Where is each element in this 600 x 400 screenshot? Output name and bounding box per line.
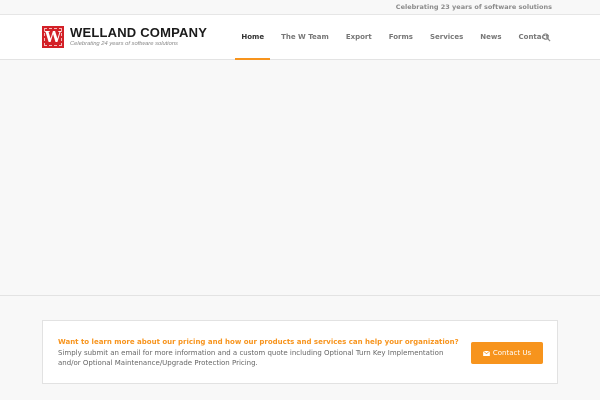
cta-body: Simply submit an email for more informat… — [58, 349, 444, 367]
mail-icon — [482, 350, 490, 356]
logo-mark: W — [42, 26, 64, 48]
site-header: W WELLAND COMPANY Celebrating 24 years o… — [0, 15, 600, 60]
logo-title: WELLAND COMPANY — [70, 25, 208, 40]
nav-item-home[interactable]: Home — [235, 15, 270, 60]
cta-heading: Want to learn more about our pricing and… — [58, 338, 459, 346]
contact-us-label: Contact Us — [492, 349, 532, 357]
contact-us-button[interactable]: Contact Us — [471, 342, 543, 364]
search-icon[interactable] — [542, 33, 551, 42]
logo-tagline: Celebrating 24 years of software solutio… — [70, 41, 178, 47]
logo-text: WELLAND COMPANY Celebrating 24 years of … — [70, 26, 207, 48]
nav-item-news[interactable]: News — [474, 15, 507, 60]
top-bar: Celebrating 23 years of software solutio… — [0, 0, 600, 15]
nav-item-forms[interactable]: Forms — [383, 15, 419, 60]
nav-item-services[interactable]: Services — [424, 15, 469, 60]
cta-box: Want to learn more about our pricing and… — [42, 320, 558, 384]
nav-item-export[interactable]: Export — [340, 15, 378, 60]
main-nav: Home The W Team Export Forms Services Ne… — [230, 15, 555, 60]
site-logo[interactable]: W WELLAND COMPANY Celebrating 24 years o… — [42, 24, 207, 50]
nav-item-the-w-team[interactable]: The W Team — [275, 15, 335, 60]
top-bar-tagline: Celebrating 23 years of software solutio… — [395, 3, 552, 11]
hero-area — [0, 60, 600, 296]
